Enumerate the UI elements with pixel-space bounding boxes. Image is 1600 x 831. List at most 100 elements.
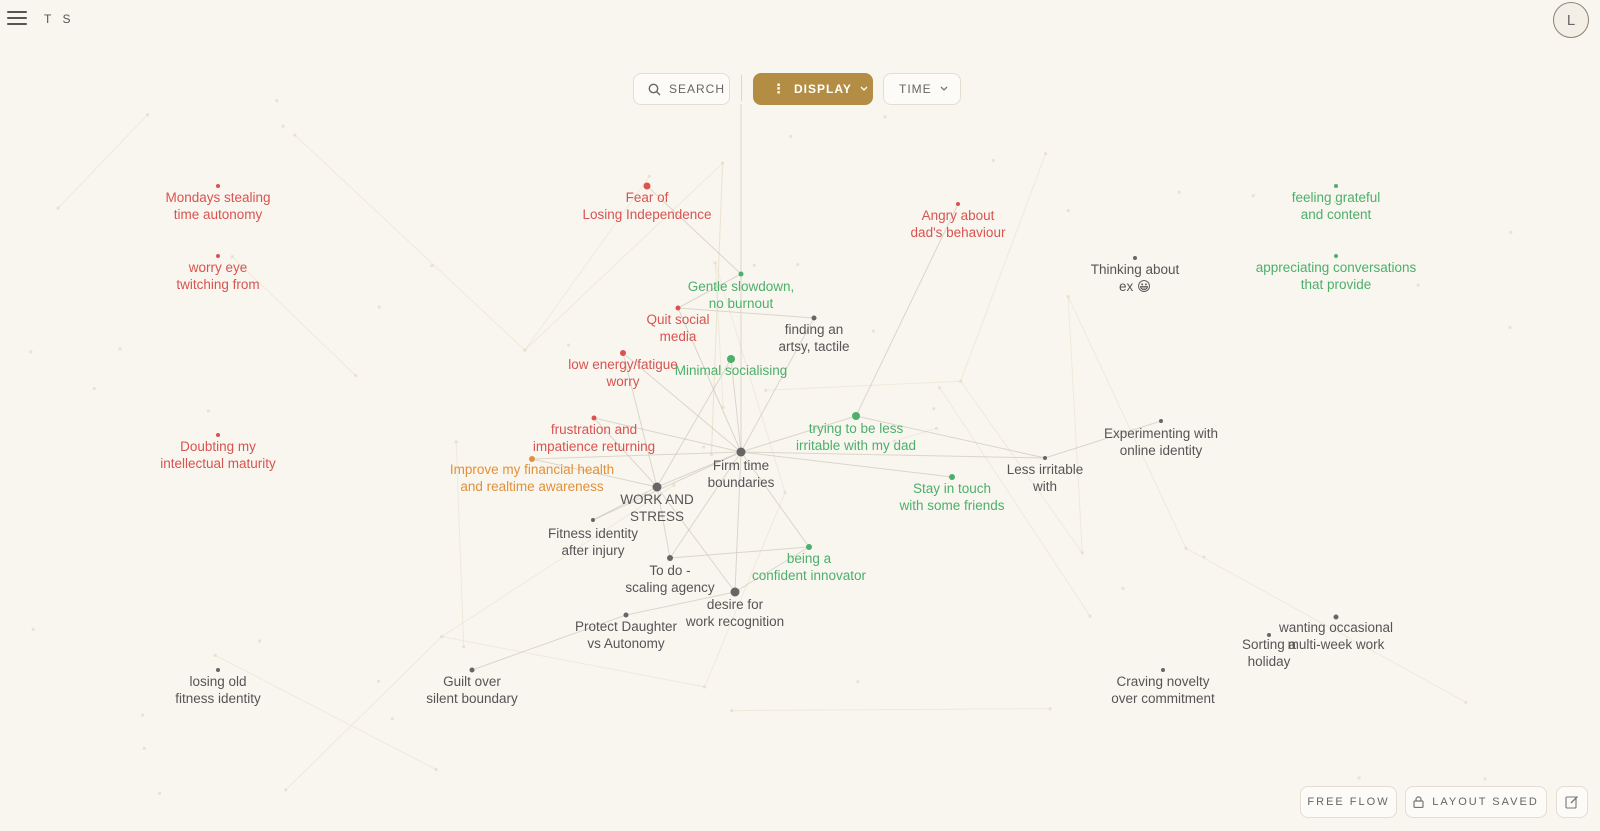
background-web-dot bbox=[258, 639, 262, 643]
background-web-dot bbox=[56, 206, 60, 210]
background-web-dot bbox=[1177, 190, 1181, 194]
background-web-dot bbox=[1184, 546, 1188, 550]
background-web-dot bbox=[883, 115, 887, 119]
node-dot-guilt[interactable] bbox=[469, 667, 475, 673]
node-label-sorting[interactable]: Sorting a holiday bbox=[1159, 636, 1379, 670]
node-dot-firm-time[interactable] bbox=[736, 447, 746, 457]
background-web-dot bbox=[462, 645, 466, 649]
background-web-dot bbox=[752, 263, 756, 267]
free-flow-button[interactable]: FREE FLOW bbox=[1300, 786, 1397, 818]
background-web-dot bbox=[213, 653, 217, 657]
node-dot-craving[interactable] bbox=[1161, 668, 1165, 672]
background-web-line bbox=[1067, 296, 1187, 549]
background-web-dot bbox=[702, 685, 707, 689]
layout-saved-button[interactable]: LAYOUT SAVED bbox=[1405, 786, 1547, 818]
node-label-fear[interactable]: Fear of Losing Independence bbox=[537, 189, 757, 223]
node-dot-appreciating[interactable] bbox=[1334, 254, 1338, 258]
node-label-angry[interactable]: Angry about dad's behaviour bbox=[848, 207, 1068, 241]
node-label-worry-eye[interactable]: worry eye twitching from bbox=[108, 259, 328, 293]
node-dot-todo[interactable] bbox=[667, 555, 673, 561]
node-label-mondays[interactable]: Mondays stealing time autonomy bbox=[108, 189, 328, 223]
node-dot-thinking-ex[interactable] bbox=[1133, 256, 1137, 260]
node-label-firm-time[interactable]: Firm time boundaries bbox=[631, 457, 851, 491]
background-web-dot bbox=[959, 379, 963, 383]
user-avatar[interactable]: L bbox=[1553, 2, 1589, 38]
brand-logo: T S bbox=[44, 12, 75, 26]
background-web-dot bbox=[1044, 152, 1048, 156]
node-label-guilt[interactable]: Guilt over silent boundary bbox=[362, 673, 582, 707]
time-button[interactable]: TIME bbox=[883, 73, 961, 105]
node-dot-less-irritable-dad[interactable] bbox=[852, 412, 860, 420]
background-web-dot bbox=[1121, 586, 1125, 591]
background-web-dot bbox=[783, 490, 787, 495]
node-label-doubting[interactable]: Doubting my intellectual maturity bbox=[108, 438, 328, 472]
node-label-experimenting[interactable]: Experimenting with online identity bbox=[1051, 425, 1271, 459]
search-button[interactable]: SEARCH bbox=[633, 73, 730, 105]
node-label-stay-touch[interactable]: Stay in touch with some friends bbox=[842, 480, 1062, 514]
node-dot-worry-eye[interactable] bbox=[216, 254, 220, 258]
background-web-dot bbox=[377, 305, 381, 309]
background-web-line bbox=[765, 380, 961, 391]
background-web-dot bbox=[146, 113, 150, 117]
node-label-grateful[interactable]: feeling grateful and content bbox=[1226, 189, 1446, 223]
node-dot-artsy[interactable] bbox=[811, 315, 817, 321]
node-dot-grateful[interactable] bbox=[1334, 184, 1338, 188]
more-vertical-icon: ⋮ bbox=[772, 81, 786, 96]
background-web-dot bbox=[1080, 551, 1084, 555]
background-web-dot bbox=[1048, 707, 1052, 711]
node-dot-fitness-identity[interactable] bbox=[591, 518, 595, 522]
node-dot-protect-daughter[interactable] bbox=[623, 612, 629, 618]
background-web-line bbox=[731, 708, 1051, 712]
node-dot-angry[interactable] bbox=[956, 202, 960, 206]
node-label-artsy[interactable]: finding an artsy, tactile bbox=[704, 321, 924, 355]
node-dot-losing-fitness[interactable] bbox=[216, 668, 220, 672]
node-dot-quit-social[interactable] bbox=[675, 305, 681, 311]
node-dot-gentle[interactable] bbox=[738, 271, 744, 277]
background-web-dot bbox=[523, 348, 527, 352]
node-label-frustration[interactable]: frustration and impatience returning bbox=[484, 421, 704, 455]
background-web-dot bbox=[1464, 700, 1468, 704]
layout-saved-label: LAYOUT SAVED bbox=[1432, 796, 1539, 808]
edit-button[interactable] bbox=[1556, 786, 1588, 818]
background-web-dot bbox=[230, 255, 234, 259]
background-web-dot bbox=[1483, 777, 1487, 781]
node-label-gentle[interactable]: Gentle slowdown, no burnout bbox=[631, 278, 851, 312]
time-label: TIME bbox=[899, 82, 932, 96]
node-label-losing-fitness[interactable]: losing old fitness identity bbox=[108, 673, 328, 707]
background-web-dot bbox=[434, 767, 438, 772]
node-label-financial[interactable]: Improve my financial health and realtime… bbox=[422, 461, 642, 495]
node-label-todo[interactable]: To do - scaling agency bbox=[560, 562, 780, 596]
lock-icon bbox=[1413, 796, 1424, 808]
background-web-dot bbox=[1509, 230, 1513, 234]
background-web-dot bbox=[140, 713, 145, 717]
node-label-protect-daughter[interactable]: Protect Daughter vs Autonomy bbox=[516, 618, 736, 652]
background-web-dot bbox=[293, 133, 297, 137]
toolbar-divider bbox=[741, 75, 742, 101]
background-web-dot bbox=[730, 709, 734, 713]
background-web-dot bbox=[390, 717, 394, 721]
background-web-dot bbox=[440, 635, 444, 639]
background-web-dot bbox=[281, 124, 285, 128]
node-label-appreciating[interactable]: appreciating conversations that provide bbox=[1226, 259, 1446, 293]
node-dot-doubting[interactable] bbox=[216, 433, 220, 437]
node-label-fitness-identity[interactable]: Fitness identity after injury bbox=[483, 525, 703, 559]
background-web-dot bbox=[647, 174, 651, 178]
background-web-dot bbox=[991, 158, 996, 163]
menu-icon[interactable] bbox=[7, 11, 27, 27]
node-label-craving[interactable]: Craving novelty over commitment bbox=[1053, 673, 1273, 707]
search-label: SEARCH bbox=[669, 82, 726, 96]
background-web-dot bbox=[157, 791, 162, 795]
node-label-less-irritable-dad[interactable]: trying to be less irritable with my dad bbox=[746, 420, 966, 454]
node-label-min-social[interactable]: Minimal socialising bbox=[621, 362, 841, 379]
background-web-dot bbox=[1088, 614, 1092, 618]
node-dot-experimenting[interactable] bbox=[1159, 419, 1163, 423]
node-dot-mondays[interactable] bbox=[216, 184, 220, 188]
background-web-dot bbox=[92, 386, 96, 391]
node-label-work-stress[interactable]: WORK AND STRESS bbox=[547, 491, 767, 525]
node-dot-less-irritable[interactable] bbox=[1043, 456, 1047, 460]
node-label-thinking-ex[interactable]: Thinking about ex 😀 bbox=[1025, 261, 1245, 295]
background-web-dot bbox=[720, 161, 725, 165]
background-web-dot bbox=[932, 407, 936, 411]
display-button[interactable]: ⋮ DISPLAY bbox=[753, 73, 873, 105]
node-dot-frustration[interactable] bbox=[591, 415, 597, 421]
